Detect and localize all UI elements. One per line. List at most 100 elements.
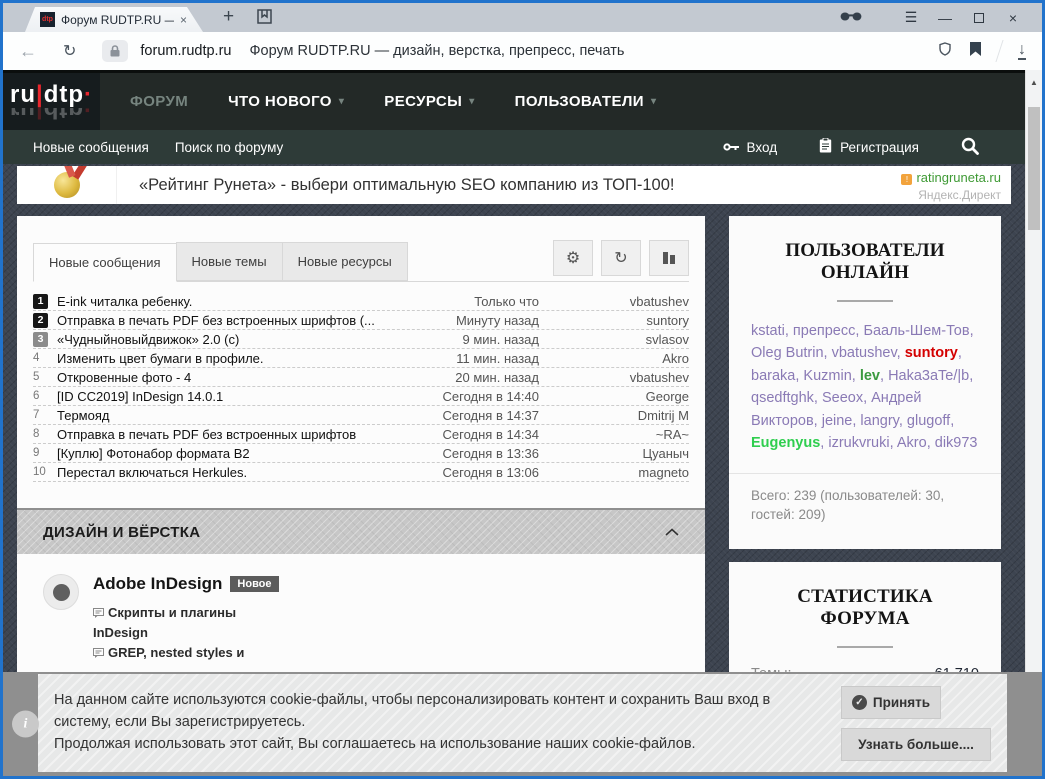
online-users-title: ПОЛЬЗОВАТЕЛИ ОНЛАЙН xyxy=(785,240,945,283)
tab-title: Форум RUDTP.RU — диз xyxy=(61,12,162,27)
online-user-link[interactable]: Akro xyxy=(897,435,927,451)
new-tab-button[interactable]: + xyxy=(223,6,234,28)
online-user-link[interactable]: suntory xyxy=(905,345,958,361)
subforum-link[interactable]: GREP, nested styles и xyxy=(93,643,288,663)
online-total: Всего: 239 (пользователей: 30, гостей: 2… xyxy=(729,472,1001,525)
bookmarks-panel-icon[interactable] xyxy=(257,9,272,29)
browser-tab[interactable]: dtp Форум RUDTP.RU — диз × xyxy=(25,7,203,32)
settings-gear-button[interactable]: ⚙ xyxy=(553,240,593,276)
thread-title-link[interactable]: «Чудныйновыйдвижок» 2.0 (с) xyxy=(57,332,387,347)
thread-title-link[interactable]: Перестал включаться Herkules. xyxy=(57,465,387,480)
online-user-link[interactable]: qsedftghk xyxy=(751,390,814,406)
online-user-link[interactable]: dik973 xyxy=(935,435,978,451)
cookie-learn-more-button[interactable]: Узнать больше.... xyxy=(841,727,991,761)
thread-user-link[interactable]: vbatushev xyxy=(539,370,689,385)
online-user-link[interactable]: baraka xyxy=(751,368,795,384)
thread-user-link[interactable]: George xyxy=(539,389,689,404)
thread-user-link[interactable]: Цуаныч xyxy=(539,446,690,461)
online-user-link[interactable]: препресс xyxy=(793,323,855,339)
browser-window: dtp Форум RUDTP.RU — диз × + ☰ — × ← ↻ f… xyxy=(0,0,1045,779)
category-header[interactable]: ДИЗАЙН И ВЁРСТКА xyxy=(17,508,705,554)
tab-close-icon[interactable]: × xyxy=(180,13,187,27)
subforum-link[interactable]: Скрипты и плагины InDesign xyxy=(93,603,288,643)
node-title[interactable]: Adobe InDesign xyxy=(93,574,222,594)
url-domain[interactable]: forum.rudtp.ru xyxy=(140,43,231,59)
thread-list: 1 E-ink читалка ребенку. Только что vbatush… xyxy=(33,292,689,482)
thread-title-link[interactable]: [ID CC2019] InDesign 14.0.1 xyxy=(57,389,387,404)
window-close-button[interactable]: × xyxy=(996,10,1030,26)
thread-user-link[interactable]: Dmitrij M xyxy=(539,408,689,423)
back-button[interactable]: ← xyxy=(19,41,37,62)
login-link[interactable]: Вход xyxy=(722,140,777,155)
thread-title-link[interactable]: [Куплю] Фотонабор формата B2 xyxy=(57,446,387,461)
online-user-link[interactable]: Kuzmin xyxy=(803,368,851,384)
nav-members[interactable]: ПОЛЬЗОВАТЕЛИ ▾ xyxy=(515,93,657,110)
layout-columns-button[interactable] xyxy=(649,240,689,276)
divider xyxy=(837,300,893,302)
nav-resources[interactable]: РЕСУРСЫ ▾ xyxy=(384,93,474,110)
register-link[interactable]: Регистрация xyxy=(819,137,919,156)
subnav-search-forum[interactable]: Поиск по форуму xyxy=(175,140,283,155)
thread-user-link[interactable]: svlasov xyxy=(539,332,689,347)
thread-number: 9 xyxy=(33,447,40,459)
thread-user-link[interactable]: vbatushev xyxy=(539,294,689,309)
minimize-button[interactable]: — xyxy=(928,10,962,26)
thread-time: Сегодня в 13:36 xyxy=(442,445,539,461)
thread-title-link[interactable]: Термояд xyxy=(57,408,387,423)
online-user-link[interactable]: langry xyxy=(860,413,898,429)
downloads-icon[interactable]: ↓ xyxy=(1018,42,1026,60)
online-user-link[interactable]: lev xyxy=(860,368,880,384)
page-scrollbar[interactable]: ▲ xyxy=(1025,70,1042,776)
online-user-link[interactable]: izrukvruki xyxy=(828,435,889,451)
medal-icon xyxy=(53,172,80,198)
online-user-link[interactable]: Oleg Butrin xyxy=(751,345,824,361)
ssl-lock-icon[interactable] xyxy=(102,40,129,62)
subnav-new-posts[interactable]: Новые сообщения xyxy=(33,140,149,155)
online-user-link[interactable]: Seeox xyxy=(822,390,863,406)
thread-title-link[interactable]: E-ink читалка ребенку. xyxy=(57,294,387,309)
thread-time: Сегодня в 14:37 xyxy=(442,407,539,423)
tab-new-threads[interactable]: Новые темы xyxy=(175,242,283,281)
online-user-link[interactable]: Haka3aTe/|b xyxy=(888,368,969,384)
online-user-link[interactable]: Бааль-Шем-Тов xyxy=(863,323,969,339)
addressbar: ← ↻ forum.rudtp.ru Форум RUDTP.RU — диза… xyxy=(3,32,1042,70)
thread-title-link[interactable]: Откровенные фото - 4 xyxy=(57,370,387,385)
online-user-link[interactable]: jeine xyxy=(822,413,853,429)
collapse-chevron-icon[interactable] xyxy=(665,523,679,541)
thread-title-link[interactable]: Изменить цвет бумаги в профиле. xyxy=(57,351,387,366)
search-icon[interactable] xyxy=(961,137,979,158)
ad-link[interactable]: ratingruneta.ru xyxy=(916,170,1001,185)
thread-row: 4 Изменить цвет бумаги в профиле. 11 мин. … xyxy=(33,349,689,368)
url-page-title: Форум RUDTP.RU — дизайн, верстка, препре… xyxy=(249,43,625,59)
online-user-link[interactable]: vbatushev xyxy=(832,345,897,361)
cookie-accept-button[interactable]: ✓ Принять xyxy=(841,685,941,719)
bookmark-flag-icon[interactable] xyxy=(970,41,981,61)
protect-icon[interactable] xyxy=(938,41,952,61)
titlebar: dtp Форум RUDTP.RU — диз × + ☰ — × xyxy=(3,3,1042,32)
online-user-link[interactable]: glugoff xyxy=(907,413,950,429)
thread-user-link[interactable]: ~RA~ xyxy=(539,427,689,442)
online-users: kstati, препресс, Бааль-Шем-Тов, Oleg Bu… xyxy=(751,323,978,452)
site-logo[interactable]: ru|dtp· ru|dtp· xyxy=(3,73,100,130)
tab-new-resources[interactable]: Новые ресурсы xyxy=(281,242,408,281)
online-user-link[interactable]: kstati xyxy=(751,323,785,339)
thread-title-link[interactable]: Отправка в печать PDF без встроенных шри… xyxy=(57,427,387,442)
ad-banner[interactable]: «Рейтинг Рунета» - выбери оптимальную SE… xyxy=(17,166,1011,204)
thread-row: 7 Термояд Сегодня в 14:37 Dmitrij M xyxy=(33,406,689,425)
thread-user-link[interactable]: magneto xyxy=(539,465,689,480)
scroll-up-arrow[interactable]: ▲ xyxy=(1026,70,1042,87)
online-user-link[interactable]: Eugenyus xyxy=(751,435,820,451)
scrollbar-thumb[interactable] xyxy=(1028,107,1040,230)
maximize-button[interactable] xyxy=(962,10,996,26)
ad-text[interactable]: «Рейтинг Рунета» - выбери оптимальную SE… xyxy=(139,176,841,195)
nav-forum[interactable]: ФОРУМ xyxy=(130,93,188,110)
thread-user-link[interactable]: Akro xyxy=(539,351,689,366)
thread-user-link[interactable]: suntory xyxy=(539,313,689,328)
refresh-button[interactable]: ↻ xyxy=(601,240,641,276)
menu-button[interactable]: ☰ xyxy=(894,9,928,26)
tab-new-posts[interactable]: Новые сообщения xyxy=(33,243,177,282)
thread-title-link[interactable]: Отправка в печать PDF без встроенных шри… xyxy=(57,313,387,328)
reload-button[interactable]: ↻ xyxy=(63,41,76,61)
incognito-glasses-icon xyxy=(840,9,862,27)
nav-whats-new[interactable]: ЧТО НОВОГО ▾ xyxy=(228,93,344,110)
